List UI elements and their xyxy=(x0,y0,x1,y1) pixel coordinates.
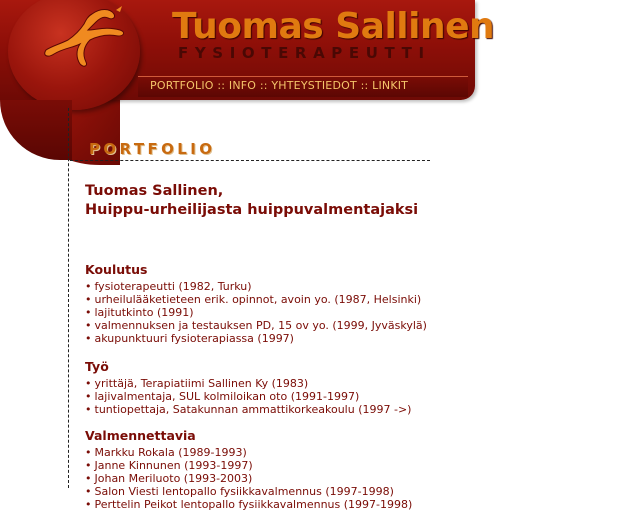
page-title: PORTFOLIO xyxy=(89,140,216,158)
list-item-text: Johan Meriluoto (1993-2003) xyxy=(94,472,253,485)
nav-separator: :: xyxy=(360,79,369,92)
section-title: Työ xyxy=(85,359,109,374)
list-item-text: tuntiopettaja, Satakunnan ammattikorkeak… xyxy=(94,403,412,416)
bullet: • xyxy=(85,485,92,498)
runner-logo-icon xyxy=(44,6,125,67)
tyo-list: • yrittäjä, Terapiatiimi Sallinen Ky (198… xyxy=(85,377,625,416)
nav-link-info[interactable]: INFO xyxy=(229,79,256,92)
bullet: • xyxy=(85,332,92,345)
nav-separator: :: xyxy=(217,79,226,92)
list-item-text: Janne Kinnunen (1993-1997) xyxy=(94,459,253,472)
section-valmennettavia: Valmennettavia • Markku Rokala (1989-1993… xyxy=(85,428,625,511)
section-title: Valmennettavia xyxy=(85,428,196,443)
bullet: • xyxy=(85,293,92,306)
list-item-text: akupunktuuri fysioterapiassa (1997) xyxy=(94,332,294,345)
nav-link-linkit[interactable]: LINKIT xyxy=(372,79,408,92)
list-item-text: lajitutkinto (1991) xyxy=(94,306,194,319)
headline: Tuomas Sallinen, Huippu-urheilijasta hui… xyxy=(85,182,625,220)
list-item: • Janne Kinnunen (1993-1997) xyxy=(85,459,625,472)
site-subtitle: FYSIOTERAPEUTTI xyxy=(178,44,431,62)
list-item-text: Markku Rokala (1989-1993) xyxy=(94,446,247,459)
bullet: • xyxy=(85,280,92,293)
bullet: • xyxy=(85,306,92,319)
list-item: • Perttelin Peikot lentopallo fysiikkaval… xyxy=(85,498,625,511)
list-item-text: urheilulääketieteen erik. opinnot, avoin… xyxy=(94,293,422,306)
list-item: • Johan Meriluoto (1993-2003) xyxy=(85,472,625,485)
list-item-text: yrittäjä, Terapiatiimi Sallinen Ky (1983… xyxy=(94,377,309,390)
list-item: • lajivalmentaja, SUL kolmiloikan oto (19… xyxy=(85,390,625,403)
section-koulutus: Koulutus • fysioterapeutti (1982, Turku) … xyxy=(85,262,625,345)
section-title: Koulutus xyxy=(85,262,148,277)
list-item: • lajitutkinto (1991) xyxy=(85,306,625,319)
list-item: • urheilulääketieteen erik. opinnot, avoi… xyxy=(85,293,625,306)
main-content: Tuomas Sallinen, Huippu-urheilijasta hui… xyxy=(85,182,625,511)
list-item: • akupunktuuri fysioterapiassa (1997) xyxy=(85,332,625,345)
heading-divider xyxy=(70,160,430,161)
headline-line-2: Huippu-urheilijasta huippuvalmentajaksi xyxy=(85,202,419,218)
list-item: • fysioterapeutti (1982, Turku) xyxy=(85,280,625,293)
list-item: • yrittäjä, Terapiatiimi Sallinen Ky (198… xyxy=(85,377,625,390)
nav-link-yhteystiedot[interactable]: YHTEYSTIEDOT xyxy=(271,79,357,92)
bullet: • xyxy=(85,319,92,332)
left-decor-bar xyxy=(0,100,72,160)
vertical-divider xyxy=(68,108,69,488)
bullet: • xyxy=(85,446,92,459)
site-title: Tuomas Sallinen xyxy=(172,6,495,47)
list-item-text: fysioterapeutti (1982, Turku) xyxy=(94,280,252,293)
list-item-text: valmennuksen ja testauksen PD, 15 ov yo.… xyxy=(94,319,427,332)
nav-separator: :: xyxy=(259,79,268,92)
list-item-text: Perttelin Peikot lentopallo fysiikkavalm… xyxy=(94,498,413,511)
valmennettavia-list: • Markku Rokala (1989-1993) • Janne Kinnun… xyxy=(85,446,625,511)
bullet: • xyxy=(85,390,92,403)
headline-line-1: Tuomas Sallinen, xyxy=(85,183,224,199)
list-item: • Markku Rokala (1989-1993) xyxy=(85,446,625,459)
bullet: • xyxy=(85,377,92,390)
list-item: • Salon Viesti lentopallo fysiikkavalmenn… xyxy=(85,485,625,498)
list-item: • valmennuksen ja testauksen PD, 15 ov yo… xyxy=(85,319,625,332)
bullet: • xyxy=(85,498,92,511)
nav-link-portfolio[interactable]: PORTFOLIO xyxy=(150,79,214,92)
list-item-text: Salon Viesti lentopallo fysiikkavalmennu… xyxy=(94,485,394,498)
main-nav: PORTFOLIO :: INFO :: YHTEYSTIEDOT :: LIN… xyxy=(150,79,408,92)
list-item: • tuntiopettaja, Satakunnan ammattikorkea… xyxy=(85,403,625,416)
section-tyo: Työ • yrittäjä, Terapiatiimi Sallinen Ky … xyxy=(85,359,625,416)
bullet: • xyxy=(85,403,92,416)
bullet: • xyxy=(85,459,92,472)
bullet: • xyxy=(85,472,92,485)
koulutus-list: • fysioterapeutti (1982, Turku) • urheilul… xyxy=(85,280,625,345)
list-item-text: lajivalmentaja, SUL kolmiloikan oto (199… xyxy=(94,390,360,403)
